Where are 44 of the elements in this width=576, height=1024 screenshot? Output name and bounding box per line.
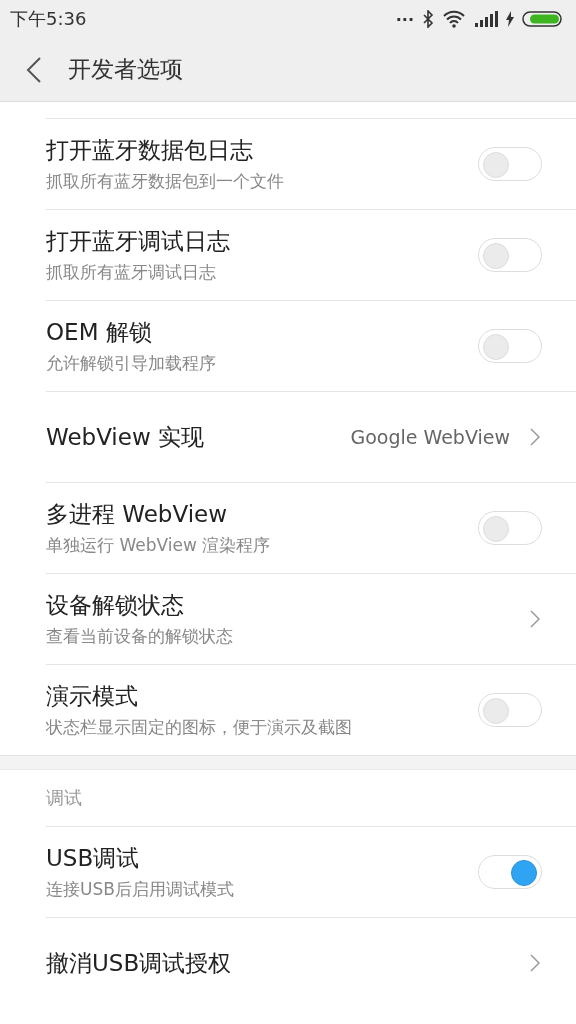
toggle-switch[interactable]: [478, 147, 542, 181]
charging-icon: [506, 11, 514, 27]
bluetooth-icon: [422, 10, 434, 28]
setting-description: 单独运行 WebView 渲染程序: [46, 534, 272, 557]
chevron-icon: [530, 954, 540, 972]
setting-description: 查看当前设备的解锁状态: [46, 625, 234, 648]
setting-title: 演示模式: [46, 682, 139, 711]
section-heading: 调试: [46, 786, 82, 810]
toggle-switch[interactable]: [478, 511, 542, 545]
setting-title: OEM 解锁: [46, 318, 153, 347]
setting-title: USB调试: [46, 844, 141, 873]
setting-title: 多进程 WebView: [46, 500, 229, 529]
wifi-icon: [442, 10, 466, 28]
setting-description: 状态栏显示固定的图标，便于演示及截图: [46, 716, 353, 739]
toggle-switch[interactable]: [478, 329, 542, 363]
status-time: 下午5:36: [10, 7, 87, 31]
setting-title: 设备解锁状态: [46, 591, 185, 620]
toggle-switch[interactable]: [478, 693, 542, 727]
more-notifications: ...: [395, 5, 414, 25]
settings-row[interactable]: 撤消USB调试授权: [46, 917, 576, 1008]
toggle-switch[interactable]: [478, 855, 542, 889]
setting-description: 抓取所有蓝牙数据包到一个文件: [46, 170, 285, 193]
page-title: 开发者选项: [68, 55, 183, 84]
battery-icon: [522, 10, 564, 28]
settings-row[interactable]: USB调试 连接USB后启用调试模式: [46, 826, 576, 917]
settings-row[interactable]: 打开蓝牙调试日志 抓取所有蓝牙调试日志: [46, 209, 576, 300]
settings-row[interactable]: 打开蓝牙数据包日志 抓取所有蓝牙数据包到一个文件: [46, 118, 576, 209]
setting-title: 打开蓝牙数据包日志: [46, 136, 254, 165]
signal-icon: [474, 11, 498, 27]
settings-row[interactable]: WebView 实现 Google WebView: [46, 391, 576, 482]
setting-title: 打开蓝牙调试日志: [46, 227, 231, 256]
settings-row[interactable]: 多进程 WebView 单独运行 WebView 渲染程序: [46, 482, 576, 573]
setting-title: WebView 实现: [46, 422, 206, 452]
chevron-icon: [530, 610, 540, 628]
setting-value: Google WebView: [350, 426, 510, 448]
setting-description: 允许解锁引导加载程序: [46, 352, 217, 375]
back-icon[interactable]: [26, 56, 42, 83]
toggle-switch[interactable]: [478, 238, 542, 272]
setting-description: 抓取所有蓝牙调试日志: [46, 261, 217, 284]
settings-row[interactable]: OEM 解锁 允许解锁引导加载程序: [46, 300, 576, 391]
settings-row[interactable]: 设备解锁状态 查看当前设备的解锁状态: [46, 573, 576, 664]
chevron-icon: [530, 428, 540, 446]
setting-title: 撤消USB调试授权: [46, 948, 233, 978]
setting-description: 连接USB后启用调试模式: [46, 878, 235, 901]
